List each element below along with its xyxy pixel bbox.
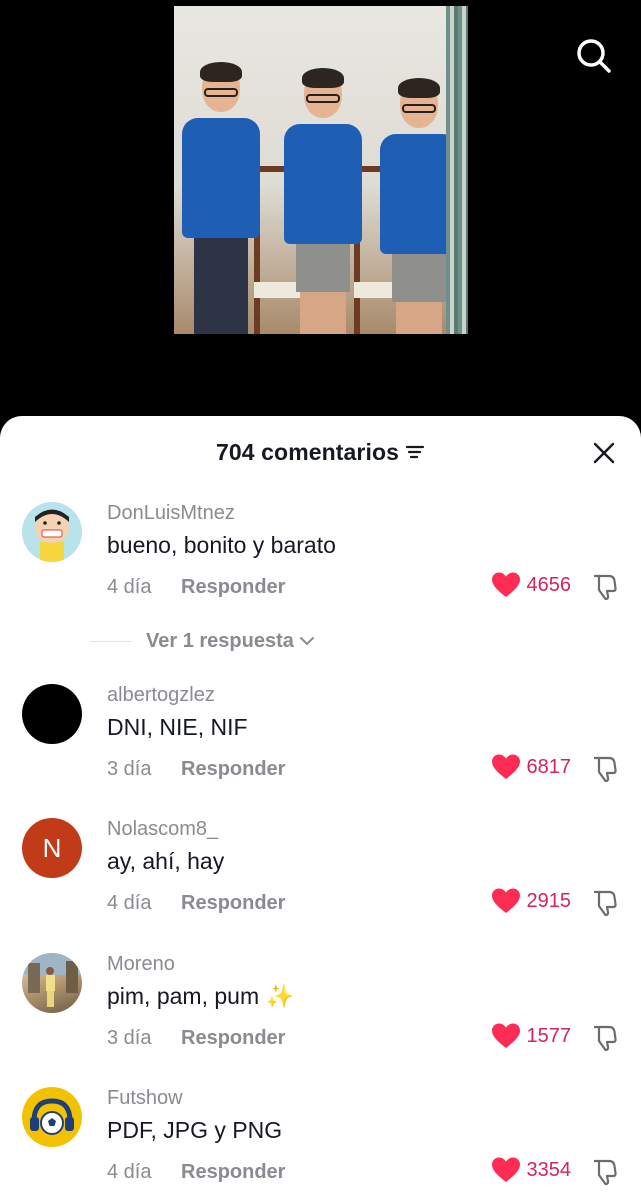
thumbs-down-icon bbox=[594, 890, 617, 917]
search-button[interactable] bbox=[572, 34, 616, 78]
like-count: 1577 bbox=[526, 1024, 572, 1047]
comment-meta: 3 día Responder bbox=[107, 758, 285, 781]
avatar[interactable] bbox=[22, 1087, 82, 1147]
comment-text: ay, ahí, hay bbox=[107, 848, 225, 874]
video-player[interactable] bbox=[0, 0, 641, 430]
like-count: 3354 bbox=[526, 1158, 572, 1181]
heart-icon bbox=[491, 572, 520, 597]
like-button[interactable]: 6817 bbox=[491, 753, 572, 781]
like-button[interactable]: 4656 bbox=[491, 571, 572, 599]
football-headphones-logo-icon bbox=[30, 1098, 74, 1135]
comment-time: 4 día bbox=[107, 1161, 152, 1183]
like-button[interactable]: 1577 bbox=[491, 1022, 572, 1050]
comments-header: 704 comentarios bbox=[0, 416, 641, 488]
comment-meta: 4 día Responder bbox=[107, 892, 285, 915]
comment-meta: 4 día Responder bbox=[107, 576, 285, 599]
video-person bbox=[278, 68, 368, 334]
comment-meta: 3 día Responder bbox=[107, 1027, 285, 1050]
heart-icon bbox=[491, 1157, 520, 1182]
comment-text: pim, pam, pum ✨ bbox=[107, 983, 295, 1009]
like-button[interactable]: 3354 bbox=[491, 1156, 572, 1184]
comment-item: Futshow PDF, JPG y PNG 4 día Responder 3… bbox=[0, 1087, 641, 1200]
heart-icon bbox=[491, 1023, 520, 1048]
dislike-button[interactable] bbox=[589, 1157, 619, 1187]
comment-username[interactable]: DonLuisMtnez bbox=[107, 502, 235, 525]
avatar[interactable] bbox=[22, 953, 82, 1013]
reply-button[interactable]: Responder bbox=[181, 892, 285, 915]
sort-comments-button[interactable]: 704 comentarios bbox=[216, 439, 425, 466]
thumbs-down-icon bbox=[594, 1159, 617, 1186]
dislike-button[interactable] bbox=[589, 754, 619, 784]
comment-time: 4 día bbox=[107, 892, 152, 914]
thumbs-down-icon bbox=[594, 756, 617, 783]
reply-button[interactable]: Responder bbox=[181, 1027, 285, 1050]
thumbs-down-icon bbox=[594, 574, 617, 601]
dislike-button[interactable] bbox=[589, 888, 619, 918]
video-person bbox=[176, 62, 266, 334]
reply-button[interactable]: Responder bbox=[181, 576, 285, 599]
comment-time: 3 día bbox=[107, 1027, 152, 1049]
comment-time: 3 día bbox=[107, 758, 152, 780]
like-count: 4656 bbox=[526, 573, 572, 596]
comments-sheet: 704 comentarios DonLuisMtnez bueno, boni… bbox=[0, 416, 641, 1200]
avatar-letter: N bbox=[42, 832, 62, 863]
dislike-button[interactable] bbox=[589, 572, 619, 602]
comment-item: albertogzlez DNI, NIE, NIF 3 día Respond… bbox=[0, 684, 641, 804]
like-button[interactable]: 2915 bbox=[491, 887, 572, 915]
close-button[interactable] bbox=[589, 438, 619, 468]
close-icon bbox=[593, 442, 615, 464]
comment-text: DNI, NIE, NIF bbox=[107, 714, 248, 740]
comment-username[interactable]: Nolascom8_ bbox=[107, 818, 218, 841]
sort-icon bbox=[405, 445, 425, 459]
comment-text: bueno, bonito y barato bbox=[107, 532, 336, 558]
heart-icon bbox=[491, 754, 520, 779]
comment-time: 4 día bbox=[107, 576, 152, 598]
cartoon-avatar-icon bbox=[35, 509, 69, 562]
dislike-button[interactable] bbox=[589, 1023, 619, 1053]
comments-count-title: 704 comentarios bbox=[215, 438, 400, 465]
comment-item: Moreno pim, pam, pum ✨ 3 día Responder 1… bbox=[0, 953, 641, 1073]
curtain bbox=[446, 6, 468, 334]
chevron-down-icon bbox=[299, 637, 314, 645]
like-count: 2915 bbox=[526, 889, 572, 912]
comment-item: DonLuisMtnez bueno, bonito y barato 4 dí… bbox=[0, 502, 641, 622]
view-replies-label: Ver 1 respuesta bbox=[146, 629, 294, 652]
video-frame[interactable] bbox=[174, 6, 468, 334]
comment-username[interactable]: Moreno bbox=[107, 953, 175, 976]
photo-avatar-icon bbox=[22, 953, 82, 1007]
view-replies-button[interactable]: Ver 1 respuesta bbox=[146, 630, 314, 653]
view-replies-row: Ver 1 respuesta bbox=[90, 629, 314, 653]
search-icon bbox=[577, 39, 611, 73]
comment-item: N Nolascom8_ ay, ahí, hay 4 día Responde… bbox=[0, 818, 641, 938]
reply-button[interactable]: Responder bbox=[181, 758, 285, 781]
avatar[interactable] bbox=[22, 502, 82, 562]
comment-meta: 4 día Responder bbox=[107, 1161, 285, 1184]
like-count: 6817 bbox=[526, 755, 572, 778]
thumbs-down-icon bbox=[594, 1025, 617, 1052]
avatar[interactable] bbox=[22, 684, 82, 744]
reply-button[interactable]: Responder bbox=[181, 1161, 285, 1184]
avatar[interactable]: N bbox=[22, 818, 82, 878]
comment-username[interactable]: Futshow bbox=[107, 1087, 183, 1110]
comment-text: PDF, JPG y PNG bbox=[107, 1117, 283, 1143]
comment-username[interactable]: albertogzlez bbox=[107, 684, 215, 707]
divider bbox=[90, 640, 132, 642]
heart-icon bbox=[491, 888, 520, 913]
